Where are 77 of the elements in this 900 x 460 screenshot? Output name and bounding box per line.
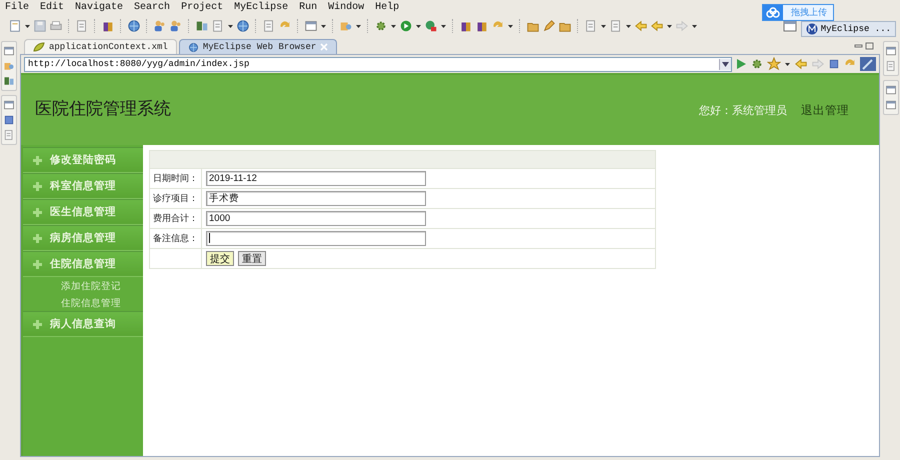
window-icon[interactable]: [885, 99, 897, 111]
menu-item[interactable]: MyEclipse: [233, 2, 290, 13]
plus-icon: [33, 320, 42, 328]
run-tool-icon[interactable]: [424, 19, 438, 33]
plus-icon: [33, 156, 42, 164]
caret-icon[interactable]: [507, 22, 514, 30]
caret-icon[interactable]: [24, 22, 31, 30]
dropdown-icon[interactable]: [722, 62, 729, 66]
menu-item[interactable]: Navigate: [74, 2, 124, 13]
cloud-icon: [766, 6, 780, 18]
window-icon[interactable]: [304, 19, 318, 33]
input-field[interactable]: [206, 231, 426, 246]
window-icon[interactable]: [3, 99, 15, 111]
caret-icon[interactable]: [355, 22, 362, 30]
maximize-icon[interactable]: [865, 42, 874, 50]
submit-button[interactable]: 提交: [206, 251, 234, 266]
window-icon[interactable]: [782, 18, 798, 34]
menu-item[interactable]: Help: [374, 2, 400, 13]
doc-icon[interactable]: [3, 129, 15, 141]
input-field[interactable]: 2019-11-12: [206, 171, 426, 186]
caret-icon[interactable]: [320, 22, 327, 30]
field-label: 日期时间：: [150, 168, 202, 188]
plus-icon: [33, 260, 42, 268]
menu-item[interactable]: Window: [327, 2, 366, 13]
logout-link[interactable]: 退出管理: [801, 102, 849, 118]
window-icon[interactable]: [885, 84, 897, 96]
caret-icon[interactable]: [666, 22, 673, 30]
perspective-button[interactable]: MyEclipse ...: [800, 21, 896, 37]
star-icon[interactable]: [767, 57, 781, 71]
greeting-text: 您好：系统管理员: [699, 102, 787, 118]
globe-icon: [188, 42, 199, 52]
reset-button[interactable]: 重置: [238, 251, 266, 266]
play-icon[interactable]: [399, 19, 413, 33]
doc-icon[interactable]: [262, 19, 276, 33]
caret-icon[interactable]: [691, 22, 698, 30]
menu-item[interactable]: Edit: [39, 2, 66, 13]
plus-icon: [33, 182, 42, 190]
globe-icon[interactable]: [236, 19, 250, 33]
caret-icon[interactable]: [440, 22, 447, 30]
printer-icon[interactable]: [49, 19, 63, 33]
window-icon[interactable]: [3, 45, 15, 57]
gear-icon[interactable]: [374, 19, 388, 33]
input-field[interactable]: 手术费: [206, 191, 426, 206]
menu-item[interactable]: Project: [180, 2, 224, 13]
site-title: 医院住院管理系统: [35, 98, 172, 120]
plus-icon: [33, 208, 42, 216]
field-label: 备注信息：: [150, 228, 202, 248]
menu-item[interactable]: Search: [133, 2, 172, 13]
doc-icon[interactable]: [75, 19, 89, 33]
gear-icon[interactable]: [750, 57, 764, 71]
caret-icon[interactable]: [227, 22, 234, 30]
address-field[interactable]: http://localhost:8080/yyg/admin/index.jsp: [24, 56, 732, 72]
caret-icon[interactable]: [415, 22, 422, 30]
doc-icon[interactable]: [885, 60, 897, 72]
minimize-icon[interactable]: [854, 42, 863, 50]
field-label: 诊疗项目：: [150, 188, 202, 208]
menu-item[interactable]: File: [4, 2, 30, 13]
caret-icon[interactable]: [784, 60, 791, 68]
globe-icon[interactable]: [127, 19, 141, 33]
input-field[interactable]: 1000: [206, 211, 426, 226]
m-logo-icon: [806, 23, 818, 35]
play-icon[interactable]: [735, 58, 747, 70]
caret-icon[interactable]: [600, 22, 607, 30]
window-icon[interactable]: [885, 45, 897, 57]
pencil-icon[interactable]: [542, 19, 556, 33]
stop-icon[interactable]: [828, 58, 840, 70]
people-icon[interactable]: [153, 19, 167, 33]
editor-tab[interactable]: MyEclipse Web Browser: [178, 39, 338, 54]
plus-icon: [33, 234, 42, 242]
field-label: 费用合计：: [150, 208, 202, 228]
editor-tab[interactable]: applicationContext.xml: [24, 39, 177, 54]
caret-icon[interactable]: [625, 22, 632, 30]
leaf-icon: [33, 42, 45, 52]
stop-icon[interactable]: [3, 114, 15, 126]
people-icon[interactable]: [169, 19, 183, 33]
caret-icon[interactable]: [390, 22, 397, 30]
menu-item[interactable]: Run: [298, 2, 318, 13]
